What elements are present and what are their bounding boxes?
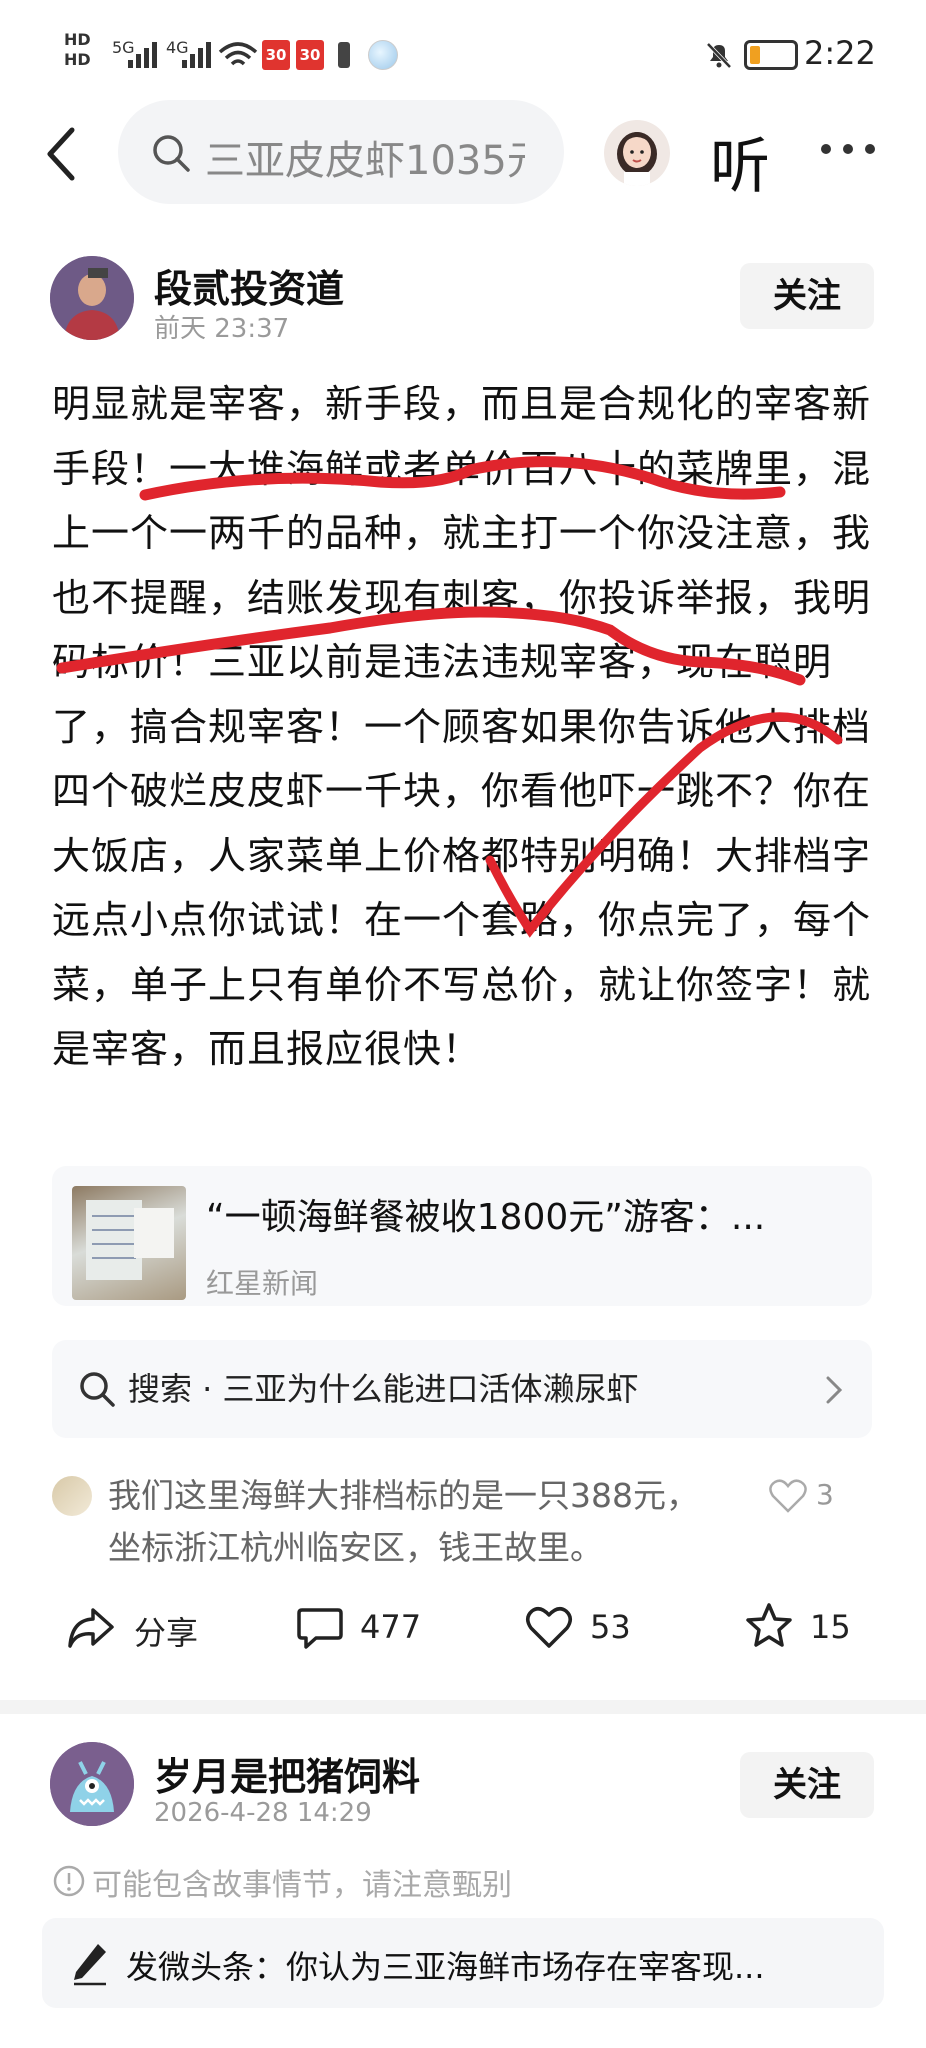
chevron-right-icon[interactable]: [824, 1374, 844, 1406]
comment-icon[interactable]: [296, 1606, 344, 1650]
follow-button[interactable]: 关注: [740, 263, 874, 329]
pen-icon: [74, 1944, 106, 1986]
battery-icon: [744, 40, 798, 70]
share-icon[interactable]: [66, 1606, 116, 1650]
post-body: 明显就是宰客，新手段，而且是合规化的宰客新手段！一大堆海鲜或者单价百八十的菜牌里…: [52, 382, 872, 1071]
like-count[interactable]: 53: [590, 1608, 631, 1646]
wifi-icon: [218, 42, 258, 66]
search-icon: [153, 135, 190, 172]
signal2-icon: [182, 42, 211, 68]
news-title[interactable]: “一顿海鲜餐被收1800元”游客：...: [206, 1188, 826, 1240]
news-source: 红星新闻: [206, 1267, 319, 1300]
top-comment-text: 我们这里海鲜大排档标的是一只388元，坐标浙江杭州临安区，钱王故里。: [108, 1476, 699, 1567]
quote-text[interactable]: 发微头条：你认为三亚海鲜市场存在宰客现...: [126, 1942, 846, 1988]
next-author-avatar[interactable]: [50, 1742, 134, 1826]
follow-button[interactable]: 关注: [740, 1752, 874, 1818]
commenter-avatar[interactable]: [52, 1476, 92, 1516]
app-icon: [368, 40, 398, 70]
mute-bell-icon: [706, 42, 732, 69]
share-button[interactable]: 分享: [134, 1608, 198, 1654]
search-icon: [80, 1372, 115, 1407]
author-name[interactable]: 段贰投资道: [154, 258, 344, 313]
search-suggestion-text[interactable]: 搜索 · 三亚为什么能进口活体濑尿虾: [128, 1364, 639, 1410]
more-options-icon[interactable]: [820, 142, 876, 156]
app-notification-icon: 30: [262, 40, 290, 70]
star-icon[interactable]: [744, 1602, 794, 1650]
post-time: 前天 23:37: [154, 314, 290, 344]
sim-icon: [338, 42, 350, 68]
signal1-icon: [128, 42, 157, 68]
app-notification-icon: 30: [296, 40, 324, 70]
next-post-time: 2026-4-28 14:29: [154, 1798, 372, 1828]
back-arrow-icon[interactable]: [40, 124, 80, 184]
listen-button[interactable]: 听: [710, 118, 770, 205]
next-author-name[interactable]: 岁月是把猪饲料: [154, 1746, 420, 1801]
hd-indicator: HD HD: [64, 30, 91, 69]
content-warning: 可能包含故事情节，请注意甄别: [92, 1868, 512, 1903]
like-icon[interactable]: [524, 1606, 574, 1650]
favorite-count[interactable]: 15: [810, 1608, 851, 1646]
comment-like-count: 3: [816, 1478, 834, 1511]
search-input[interactable]: 三亚皮皮虾1035元: [205, 128, 525, 186]
user-avatar[interactable]: [604, 120, 670, 186]
author-avatar[interactable]: [50, 256, 134, 340]
clock: 2:22: [804, 34, 876, 72]
status-bar: HD HD 5G 4G 30 30 2:22: [0, 0, 926, 100]
heart-outline-icon[interactable]: [768, 1478, 808, 1514]
info-icon: [53, 1865, 85, 1897]
news-thumbnail: [72, 1186, 186, 1300]
section-divider: [0, 1700, 926, 1714]
comment-count[interactable]: 477: [360, 1608, 421, 1646]
